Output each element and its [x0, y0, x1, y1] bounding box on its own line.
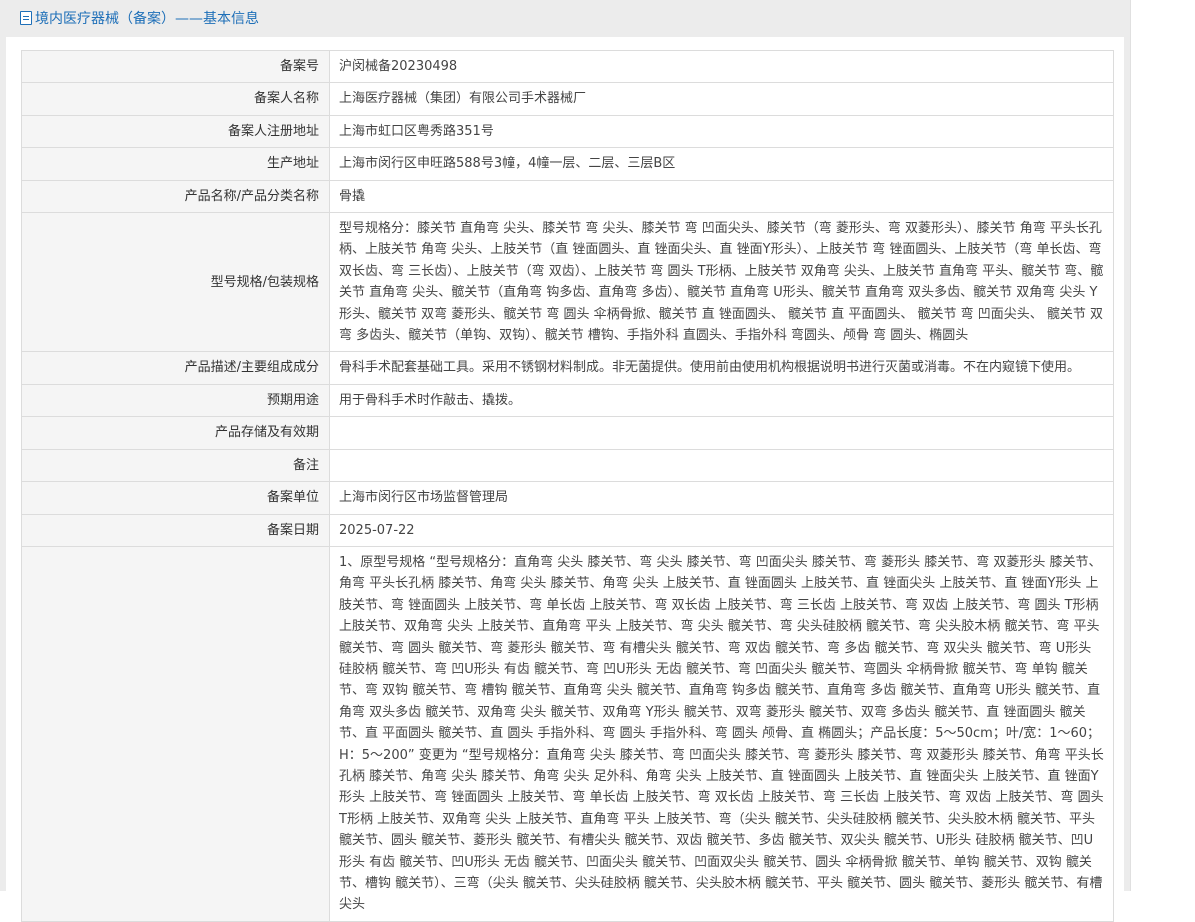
- field-value: [329, 448, 1114, 483]
- field-label: 预期用途: [21, 383, 330, 418]
- field-label: 备案号: [21, 49, 330, 84]
- field-value: 用于骨科手术时作敲击、撬拨。: [329, 383, 1114, 418]
- detail-panel: 境内医疗器械（备案）——基本信息 备案号 沪闵械备20230498 备案人名称 …: [0, 0, 1131, 922]
- field-label: 备案人名称: [21, 82, 330, 116]
- field-value: 上海市虹口区粤秀路351号: [329, 114, 1114, 149]
- field-label: 备案人注册地址: [21, 114, 330, 149]
- field-label: 产品名称/产品分类名称: [21, 179, 330, 214]
- field-value: 骨撬: [329, 179, 1114, 214]
- page-title: 境内医疗器械（备案）——基本信息: [35, 11, 259, 27]
- field-label: 生产地址: [21, 147, 330, 181]
- table-row: 备案单位 上海市闵行区市场监督管理局: [21, 481, 1114, 515]
- table-row: 备案号 沪闵械备20230498: [21, 49, 1114, 84]
- field-value: 骨科手术配套基础工具。采用不锈钢材料制成。非无菌提供。使用前由使用机构根据说明书…: [329, 351, 1114, 385]
- table-row: 1、原型号规格 “型号规格分：直角弯 尖头 膝关节、弯 尖头 膝关节、弯 凹面尖…: [21, 545, 1114, 922]
- table-row: 备案人名称 上海医疗器械（集团）有限公司手术器械厂: [21, 82, 1114, 116]
- field-label: 备案单位: [21, 481, 330, 515]
- table-row: 型号规格/包装规格 型号规格分：膝关节 直角弯 尖头、膝关节 弯 尖头、膝关节 …: [21, 212, 1114, 353]
- field-label: 产品描述/主要组成成分: [21, 351, 330, 385]
- field-label: 备案日期: [21, 513, 330, 547]
- panel-body: 备案号 沪闵械备20230498 备案人名称 上海医疗器械（集团）有限公司手术器…: [6, 37, 1124, 922]
- change-history: 1、原型号规格 “型号规格分：直角弯 尖头 膝关节、弯 尖头 膝关节、弯 凹面尖…: [329, 545, 1114, 922]
- field-value: 型号规格分：膝关节 直角弯 尖头、膝关节 弯 尖头、膝关节 弯 凹面尖头、膝关节…: [329, 212, 1114, 353]
- document-icon: [20, 11, 32, 25]
- field-label: 备注: [21, 448, 330, 483]
- field-label: 产品存储及有效期: [21, 416, 330, 450]
- field-value: [329, 416, 1114, 450]
- table-row: 生产地址 上海市闵行区申旺路588号3幢，4幢一层、二层、三层B区: [21, 147, 1114, 181]
- field-value: 上海医疗器械（集团）有限公司手术器械厂: [329, 82, 1114, 116]
- table-row: 备案日期 2025-07-22: [21, 513, 1114, 547]
- field-label: [21, 545, 330, 922]
- table-row: 备注: [21, 448, 1114, 483]
- field-value: 上海市闵行区申旺路588号3幢，4幢一层、二层、三层B区: [329, 147, 1114, 181]
- table-row: 产品名称/产品分类名称 骨撬: [21, 179, 1114, 214]
- table-row: 产品存储及有效期: [21, 416, 1114, 450]
- field-label: 型号规格/包装规格: [21, 212, 330, 353]
- field-value: 2025-07-22: [329, 513, 1114, 547]
- info-table: 备案号 沪闵械备20230498 备案人名称 上海医疗器械（集团）有限公司手术器…: [21, 49, 1114, 922]
- panel-header: 境内医疗器械（备案）——基本信息: [0, 0, 1130, 37]
- table-row: 产品描述/主要组成成分 骨科手术配套基础工具。采用不锈钢材料制成。非无菌提供。使…: [21, 351, 1114, 385]
- table-row: 预期用途 用于骨科手术时作敲击、撬拨。: [21, 383, 1114, 418]
- table-row: 备案人注册地址 上海市虹口区粤秀路351号: [21, 114, 1114, 149]
- field-value: 沪闵械备20230498: [329, 49, 1114, 84]
- field-value: 上海市闵行区市场监督管理局: [329, 481, 1114, 515]
